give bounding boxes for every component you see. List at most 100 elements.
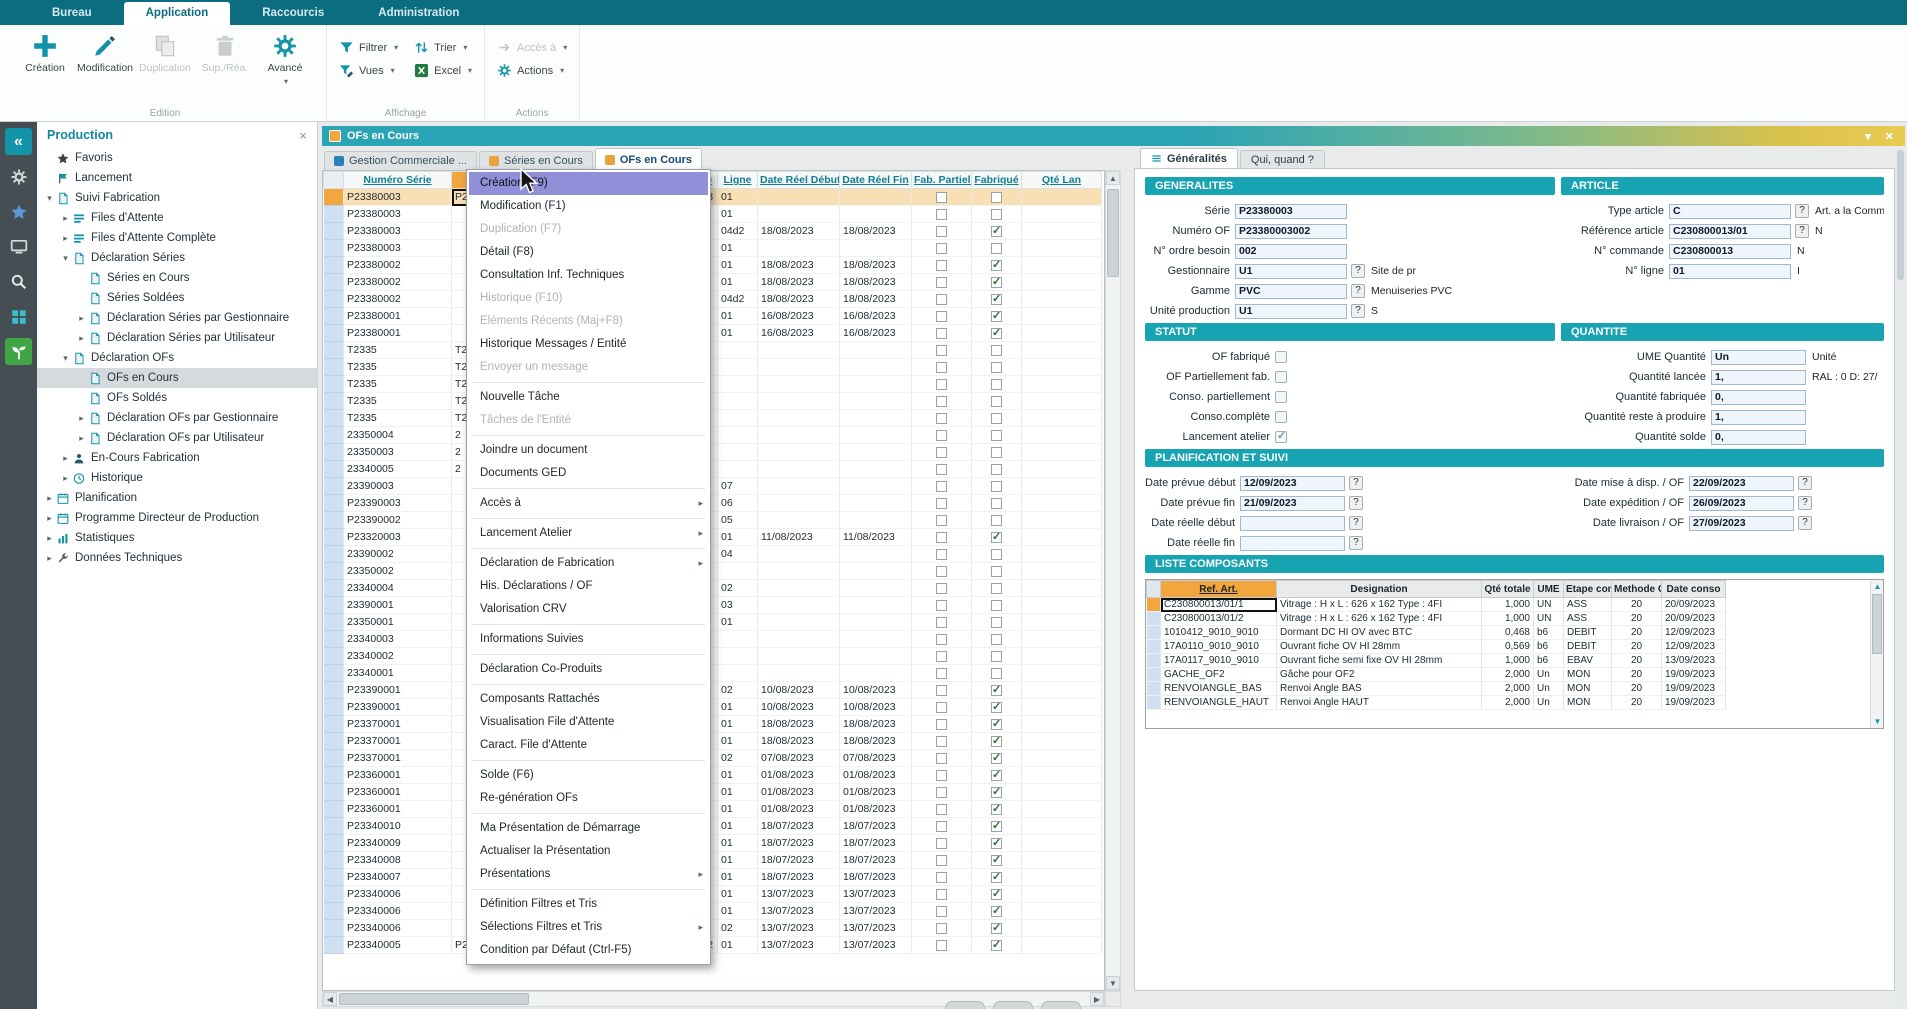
row-selector-cell[interactable] [324, 359, 344, 376]
grid-row[interactable]: P2338000304d218/08/202318/08/2023 [324, 223, 1102, 240]
row-selector-cell[interactable] [324, 189, 344, 206]
row-selector-cell[interactable] [324, 478, 344, 495]
composants-scroll-up-icon[interactable]: ▲ [1871, 580, 1884, 593]
help-lookup-button[interactable]: ? [1349, 516, 1363, 530]
grid-row[interactable]: P2338000301 [324, 206, 1102, 223]
column-header-fab-partielle[interactable]: Fab. Partielle [912, 172, 972, 189]
row-selector-cell[interactable] [324, 937, 344, 954]
grid-row[interactable]: 23340003 [324, 631, 1102, 648]
sidebar-item-d-claration-s-ries-par-utilisateur[interactable]: ▸Déclaration Séries par Utilisateur [37, 328, 317, 348]
row-selector-cell[interactable] [324, 716, 344, 733]
menu-tab-application[interactable]: Application [124, 2, 231, 25]
row-selector-cell[interactable] [324, 342, 344, 359]
field-input-n-commande[interactable]: C230800013 [1669, 244, 1791, 259]
grid-row[interactable]: P233200030111/08/202311/08/2023 [324, 529, 1102, 546]
column-header-date-r-el-d-but[interactable]: Date Réel Début [758, 172, 840, 189]
actions-button[interactable]: Actions▾ [497, 63, 567, 78]
scroll-thumb[interactable] [339, 993, 529, 1005]
composants-column-date-conso[interactable]: Date conso [1662, 581, 1726, 598]
sidebar-item-suivi-fabrication[interactable]: ▾Suivi Fabrication [37, 188, 317, 208]
context-menu-item-historique-messages-entit[interactable]: Historique Messages / Entité [469, 333, 708, 356]
composants-row-selector[interactable] [1147, 654, 1161, 668]
composants-row-selector[interactable] [1147, 696, 1161, 710]
grid-row[interactable]: 2339000103 [324, 597, 1102, 614]
field-input-gamme[interactable]: PVC [1235, 284, 1347, 299]
column-header-num-ro-s-rie[interactable]: Numéro Série [344, 172, 452, 189]
tree-expander-icon[interactable]: ▸ [43, 553, 56, 564]
grid-row[interactable]: 2334000402 [324, 580, 1102, 597]
composants-row[interactable]: 1010412_9010_9010Dormant DC HI OV avec B… [1147, 626, 1726, 640]
context-menu-item-d-finition-filtres-et-tris[interactable]: Définition Filtres et Tris [469, 893, 708, 916]
context-menu-item-d-tail-f8[interactable]: Détail (F8) [469, 241, 708, 264]
tree-expander-icon[interactable]: ▾ [59, 353, 72, 364]
row-selector-cell[interactable] [324, 648, 344, 665]
tree-expander-icon[interactable]: ▸ [75, 333, 88, 344]
composants-row[interactable]: 17A0117_9010_9010Ouvrant fiche semi fixe… [1147, 654, 1726, 668]
composants-row[interactable]: C230800013/01/1Vitrage : H x L : 626 x 1… [1147, 598, 1726, 612]
grid-vertical-scrollbar[interactable]: ▲▼ [1105, 170, 1121, 991]
row-selector-cell[interactable] [324, 614, 344, 631]
sidebar-item-s-ries-sold-es[interactable]: Séries Soldées [37, 288, 317, 308]
panel-vertical-scrollbar[interactable] [1896, 148, 1905, 1007]
context-menu-item-condition-par-d-faut-ctrl-f5[interactable]: Condition par Défaut (Ctrl-F5) [469, 939, 708, 962]
row-selector-cell[interactable] [324, 444, 344, 461]
tree-expander-icon[interactable]: ▸ [59, 213, 72, 224]
help-lookup-button[interactable]: ? [1795, 204, 1809, 218]
grid-row[interactable]: P233900010210/08/202310/08/2023 [324, 682, 1102, 699]
row-selector-cell[interactable] [324, 869, 344, 886]
sidebar-item-historique[interactable]: ▸Historique [37, 468, 317, 488]
row-selector-cell[interactable] [324, 512, 344, 529]
sidebar-item-en-cours-fabrication[interactable]: ▸En-Cours Fabrication [37, 448, 317, 468]
grid-row[interactable]: P23380003P23380003002C230800013/01C23080… [324, 189, 1102, 206]
sidebar-item-donn-es-techniques[interactable]: ▸Données Techniques [37, 548, 317, 568]
tree-expander-icon[interactable]: ▸ [43, 513, 56, 524]
tree-expander-icon[interactable]: ▸ [59, 473, 72, 484]
composants-column-methode-conso[interactable]: Methode Conso [1612, 581, 1662, 598]
grid-row[interactable]: P233700010118/08/202318/08/2023 [324, 733, 1102, 750]
row-selector-cell[interactable] [324, 750, 344, 767]
grid-row[interactable]: P233400090118/07/202318/07/2023 [324, 835, 1102, 852]
lancement-atelier-checkbox[interactable] [1275, 431, 1287, 443]
field-input-date-r-elle-fin[interactable] [1240, 536, 1345, 551]
column-header-ligne[interactable]: Ligne [718, 172, 758, 189]
field-input-quantit-lanc-e[interactable]: 1, [1711, 370, 1806, 385]
grid-row[interactable]: P233600010101/08/202301/08/2023 [324, 767, 1102, 784]
detail-tab-g-n-ralit-s[interactable]: Généralités [1140, 148, 1238, 168]
search-icon[interactable] [5, 268, 32, 295]
context-menu-item-d-claration-de-fabrication[interactable]: Déclaration de Fabrication▸ [469, 552, 708, 575]
composants-row-selector[interactable] [1147, 598, 1161, 612]
row-selector-cell[interactable] [324, 903, 344, 920]
menu-tab-bureau[interactable]: Bureau [30, 2, 114, 25]
menu-tab-administration[interactable]: Administration [356, 2, 481, 25]
grid-row[interactable]: P233400060113/07/202313/07/2023 [324, 903, 1102, 920]
field-input-r-f-rence-article[interactable]: C230800013/01 [1669, 224, 1791, 239]
conso-compl-te-checkbox[interactable] [1275, 411, 1287, 423]
row-selector-cell[interactable] [324, 801, 344, 818]
composants-row[interactable]: RENVOIANGLE_BASRenvoi Angle BAS2,000UnMO… [1147, 682, 1726, 696]
grid-row[interactable]: T2335T2 [324, 359, 1102, 376]
sidebar-item-d-claration-s-ries[interactable]: ▾Déclaration Séries [37, 248, 317, 268]
row-selector-cell[interactable] [324, 393, 344, 410]
sidebar-item-lancement[interactable]: Lancement [37, 168, 317, 188]
row-selector-cell[interactable] [324, 597, 344, 614]
modules-grid-icon[interactable] [5, 303, 32, 330]
composants-row[interactable]: 17A0110_9010_9010Ouvrant fiche OV HI 28m… [1147, 640, 1726, 654]
context-menu-item-visualisation-file-d-attente[interactable]: Visualisation File d'Attente [469, 711, 708, 734]
grid-row[interactable]: 233500042 [324, 427, 1102, 444]
row-selector-cell[interactable] [324, 325, 344, 342]
composants-scroll-down-icon[interactable]: ▼ [1871, 715, 1884, 728]
help-lookup-button[interactable]: ? [1351, 264, 1365, 278]
trier-button[interactable]: Trier▾ [414, 40, 472, 55]
composants-row-selector[interactable] [1147, 626, 1161, 640]
sidebar-item-d-claration-ofs[interactable]: ▾Déclaration OFs [37, 348, 317, 368]
sidebar-item-statistiques[interactable]: ▸Statistiques [37, 528, 317, 548]
composants-row[interactable]: RENVOIANGLE_HAUTRenvoi Angle HAUT2,000Un… [1147, 696, 1726, 710]
field-input-num-ro-of[interactable]: P23380003002 [1235, 224, 1347, 239]
row-selector-cell[interactable] [324, 240, 344, 257]
modification-button[interactable]: Modification [76, 28, 134, 74]
row-selector-cell[interactable] [324, 784, 344, 801]
grid-row[interactable]: P233600010101/08/202301/08/2023 [324, 801, 1102, 818]
grid-row[interactable]: P2338000301 [324, 240, 1102, 257]
context-menu-item-cr-ation-f9[interactable]: Création (F9) [469, 172, 708, 195]
field-input-date-mise-disp-of[interactable]: 22/09/2023 [1689, 476, 1794, 491]
